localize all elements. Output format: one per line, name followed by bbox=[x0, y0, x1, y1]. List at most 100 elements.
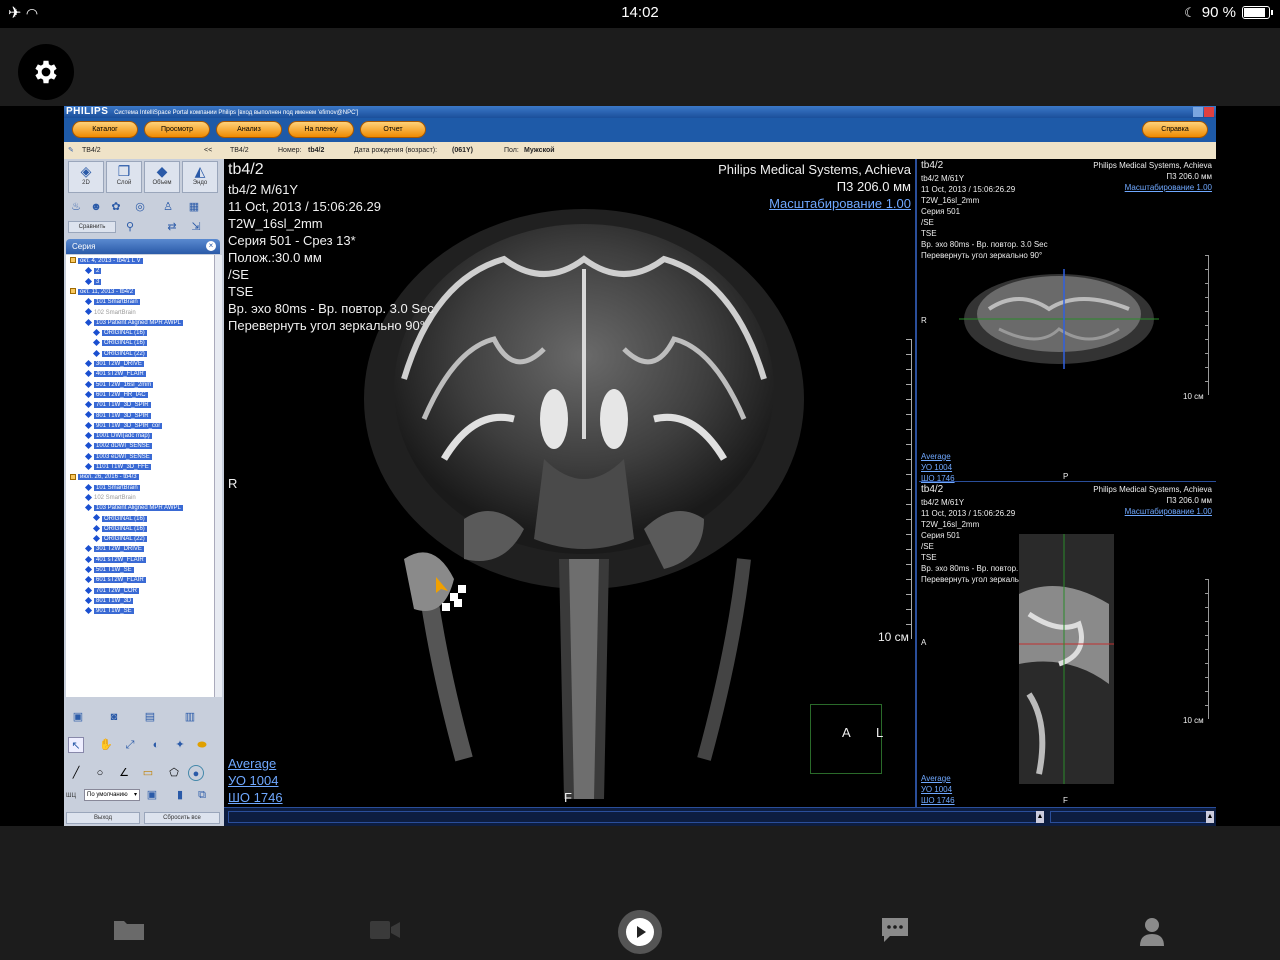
folder-icon[interactable] bbox=[114, 918, 144, 940]
pin-icon[interactable]: ✎ bbox=[68, 142, 74, 159]
tree-item[interactable]: окт. 11, 2013 - tb4/2 bbox=[70, 288, 136, 297]
tool-layer[interactable]: ❒ Слой bbox=[106, 161, 142, 193]
tree-item[interactable]: ORIGINAL (16) bbox=[92, 524, 147, 534]
tree-item[interactable]: 102 SmartBrain bbox=[84, 493, 136, 503]
tree-item[interactable]: 601 T2W_HR_IAC bbox=[84, 390, 148, 400]
tree-item[interactable]: ORIGINAL (22) bbox=[92, 349, 147, 359]
save-icon[interactable]: ▣ bbox=[70, 709, 86, 725]
scan-icon[interactable]: ◎ bbox=[132, 199, 148, 215]
head-icon[interactable]: ☻ bbox=[88, 199, 104, 215]
tree-item[interactable]: 1002 dDWI_SENSE bbox=[84, 442, 152, 451]
tree-item[interactable]: 401 sT2W_FLAIR bbox=[84, 555, 146, 565]
close-icon[interactable]: × bbox=[206, 241, 216, 251]
analysis-button[interactable]: Анализ bbox=[216, 121, 282, 138]
tree-item[interactable]: ORIGINAL (22) bbox=[92, 534, 147, 544]
report-button[interactable]: Отчет bbox=[360, 121, 426, 138]
to-film-button[interactable]: На пленку bbox=[288, 121, 354, 138]
tree-item[interactable]: ORIGINAL (16) bbox=[92, 514, 147, 524]
tree-item[interactable]: 401 sT2W_FLAIR bbox=[84, 370, 146, 379]
tree-item[interactable]: 701 T1W_3D_SPIR bbox=[84, 401, 151, 410]
tree-item[interactable]: 901 T1W_3D_SPIR_cor bbox=[84, 421, 163, 431]
tree-item[interactable]: 1001 DWI(adc map) bbox=[84, 431, 152, 441]
main-average-link[interactable]: Average bbox=[228, 755, 276, 772]
tree-item[interactable]: 701 T2W_COR bbox=[84, 586, 139, 596]
collapse-button[interactable]: << bbox=[204, 142, 212, 159]
angle-tool-icon[interactable]: ∠ bbox=[116, 765, 132, 781]
tool-endo[interactable]: ◭ Эндо bbox=[182, 161, 218, 193]
tree-item[interactable]: 501 T2W_16sl_2mm bbox=[84, 380, 154, 390]
tool-volume[interactable]: ◆ Объем bbox=[144, 161, 180, 193]
eraser-tool-icon[interactable]: ⬬ bbox=[194, 737, 210, 753]
main-viewport[interactable]: tb4/2 tb4/2 M/61Y 11 Oct, 2013 / 15:06:2… bbox=[224, 159, 917, 807]
lungs-icon[interactable]: ♨ bbox=[68, 199, 84, 215]
close-button[interactable] bbox=[1204, 107, 1214, 117]
catalog-button[interactable]: Каталог bbox=[72, 121, 138, 138]
main-zoom-link[interactable]: Масштабирование 1.00 bbox=[769, 195, 911, 212]
rbot-wl-center[interactable]: УО 1004 bbox=[921, 784, 952, 795]
invert-icon[interactable]: ▮ bbox=[172, 787, 188, 803]
tool-2d[interactable]: ◈ 2D bbox=[68, 161, 104, 193]
rtop-average[interactable]: Average bbox=[921, 451, 951, 462]
tree-item[interactable]: 102 SmartBrain bbox=[84, 308, 136, 318]
settings-button[interactable] bbox=[18, 44, 74, 100]
circle-tool-icon[interactable]: ○ bbox=[92, 765, 108, 781]
magic-tool-icon[interactable]: ✦ bbox=[172, 737, 188, 753]
rbot-zoom-link[interactable]: Масштабирование 1.00 bbox=[1125, 506, 1212, 517]
zoom-tool-icon[interactable]: ⤢ bbox=[122, 737, 138, 753]
tree-item[interactable]: ORIGINAL (16) bbox=[92, 339, 147, 348]
tree-item[interactable]: 301 T2W_DRIVE bbox=[84, 359, 144, 369]
main-wl-width[interactable]: ШО 1746 bbox=[228, 789, 283, 806]
polygon-tool-icon[interactable]: ⬠ bbox=[166, 765, 182, 781]
tree-item[interactable]: окт. 4, 2013 - tb4/1 L V bbox=[70, 257, 143, 266]
body-icon[interactable]: ♙ bbox=[160, 199, 176, 215]
tree-item[interactable]: 601 sT2W_FLAIR bbox=[84, 576, 146, 585]
minimize-button[interactable] bbox=[1193, 107, 1203, 117]
tree-item[interactable]: 1003 eDWI_SENSE bbox=[84, 452, 152, 462]
tree-item[interactable]: 3 bbox=[84, 277, 102, 287]
tree-item[interactable]: 103 Patient Aligned MPR AWPL bbox=[84, 504, 183, 513]
scroll-up-arrow-icon[interactable]: ▲ bbox=[1036, 811, 1044, 823]
brain-icon[interactable]: ✿ bbox=[108, 199, 124, 215]
main-scroll-track[interactable] bbox=[228, 811, 1044, 823]
pointer-tool-icon[interactable]: ↖ bbox=[68, 737, 84, 753]
line-tool-icon[interactable]: ╱ bbox=[68, 765, 84, 781]
roi-tool-icon[interactable]: ● bbox=[188, 765, 204, 781]
wl-preset-select[interactable]: По умолчанию ▾ bbox=[84, 789, 140, 801]
ruler-tool-icon[interactable]: ▭ bbox=[140, 765, 156, 781]
tree-item[interactable]: 2 bbox=[84, 267, 102, 276]
tree-item[interactable]: 501 T1W_SE bbox=[84, 565, 134, 575]
print-icon[interactable]: ▤ bbox=[142, 709, 158, 725]
layout-icon[interactable]: ▦ bbox=[186, 199, 202, 215]
compare-button[interactable]: Сравнить bbox=[68, 221, 116, 233]
link-icon[interactable]: ⚲ bbox=[122, 219, 138, 235]
tree-item[interactable]: 103 Patient Aligned MPR AWPL bbox=[84, 318, 183, 328]
video-camera-icon[interactable] bbox=[370, 921, 400, 939]
reset-all-button[interactable]: Сбросить все bbox=[144, 812, 220, 824]
camera-icon[interactable]: ◙ bbox=[106, 709, 122, 725]
rbot-wl-width[interactable]: ШО 1746 bbox=[921, 795, 955, 806]
rtop-wl-center[interactable]: УО 1004 bbox=[921, 462, 952, 473]
patient-tab[interactable]: TB4/2 bbox=[82, 142, 101, 159]
tree-item[interactable]: 801 T1W_3D bbox=[84, 596, 134, 606]
tree-item[interactable]: 301 T2W_DRIVE bbox=[84, 545, 144, 554]
profile-icon[interactable] bbox=[1140, 918, 1164, 946]
rtop-zoom-link[interactable]: Масштабирование 1.00 bbox=[1125, 182, 1212, 193]
tree-scrollbar[interactable] bbox=[214, 255, 222, 697]
view-button[interactable]: Просмотр bbox=[144, 121, 210, 138]
tree-item[interactable]: 101 SmartBrain bbox=[84, 483, 140, 493]
chat-icon[interactable] bbox=[882, 918, 908, 942]
tree-item[interactable]: июл. 26, 2016 - tb4/3 bbox=[70, 473, 139, 482]
right-scroll-track[interactable] bbox=[1050, 811, 1214, 823]
help-button[interactable]: Справка bbox=[1142, 121, 1208, 138]
rbot-average[interactable]: Average bbox=[921, 773, 951, 784]
contrast-tool-icon[interactable]: ◐ bbox=[148, 737, 164, 753]
right-viewports[interactable]: tb4/2 tb4/2 M/61Y 11 Oct, 2013 / 15:06:2… bbox=[919, 159, 1216, 807]
tree-item[interactable]: 101 SmartBrain bbox=[84, 298, 140, 307]
tree-item[interactable]: 901 T1W_SE bbox=[84, 607, 134, 616]
main-wl-center[interactable]: УО 1004 bbox=[228, 772, 278, 789]
tree-item[interactable]: ORIGINAL (16) bbox=[92, 328, 147, 338]
book-icon[interactable]: ▥ bbox=[182, 709, 198, 725]
pan-tool-icon[interactable]: ✋ bbox=[98, 737, 114, 753]
exit-button[interactable]: Выход bbox=[66, 812, 140, 824]
play-button[interactable] bbox=[618, 910, 662, 954]
